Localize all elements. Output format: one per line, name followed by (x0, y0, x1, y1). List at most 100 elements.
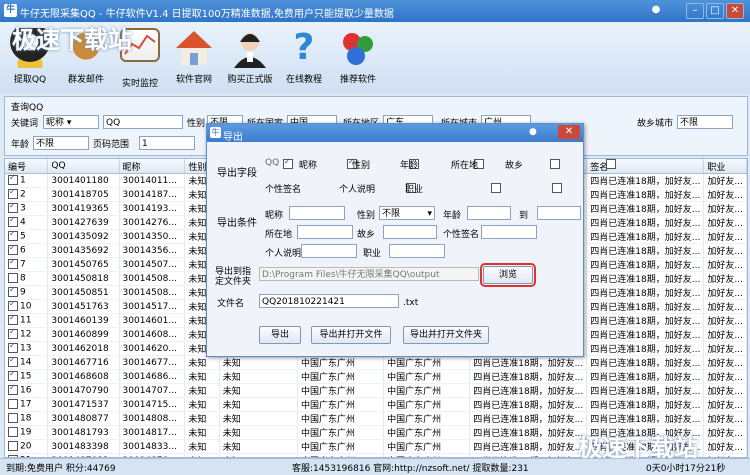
col-header-job[interactable]: 职业 (703, 159, 747, 174)
recommend-software-button[interactable]: 推荐软件 (330, 28, 386, 92)
row-checkbox[interactable] (8, 258, 18, 270)
row-number: 11 (20, 315, 32, 326)
field-qq-checkbox[interactable] (283, 157, 293, 169)
table-cell: 加好友... (703, 201, 747, 216)
row-checkbox[interactable] (8, 356, 18, 368)
page-range-select[interactable]: 1 (139, 136, 195, 150)
col-header-sig[interactable]: 签名 (586, 159, 705, 174)
table-cell: 中国广东广州 (383, 439, 471, 454)
row-checkbox[interactable] (8, 399, 18, 410)
file-name-input[interactable]: QQ201810221421 (259, 294, 399, 308)
cond-loc-input[interactable] (297, 225, 353, 239)
field-desc-label: 个人说明 (339, 185, 376, 195)
table-cell: 加好友... (703, 313, 747, 328)
table-row[interactable]: 15300146860830014686...未知未知中国广东广州中国广东广州四… (5, 369, 747, 384)
row-checkbox[interactable] (8, 441, 18, 452)
cond-age-from-input[interactable] (467, 206, 511, 220)
cond-sex-select[interactable]: 不限 ▾ (379, 206, 435, 220)
cond-age-to-input[interactable] (537, 206, 581, 220)
table-cell: 未知 (219, 439, 299, 454)
table-cell-index: 2 (5, 187, 49, 202)
table-row[interactable]: 16300147079030014707...未知未知中国广东广州中国广东广州四… (5, 383, 747, 398)
page-range-label: 页码范围 (93, 140, 130, 150)
maximize-button[interactable]: □ (706, 3, 724, 19)
row-number: 14 (20, 357, 32, 368)
table-cell: 加好友... (703, 411, 747, 426)
col-header[interactable]: 昵称 (119, 159, 186, 174)
file-name-label: 文件名 (217, 299, 245, 309)
row-checkbox[interactable] (8, 216, 18, 228)
field-job-checkbox[interactable] (552, 183, 562, 193)
browse-button[interactable]: 浏览 (480, 263, 536, 287)
row-checkbox[interactable] (8, 300, 18, 312)
row-checkbox[interactable] (8, 174, 18, 186)
row-checkbox[interactable] (8, 427, 18, 438)
status-bar: 到期:免费用户 积分:44769 客服:1453196816 官网:http:/… (0, 458, 750, 475)
table-cell: 四肖已连准18期，加好友... (469, 355, 588, 370)
house-icon (174, 28, 214, 68)
row-checkbox[interactable] (8, 188, 18, 200)
field-loc-checkbox[interactable] (549, 159, 560, 169)
row-number: 17 (20, 399, 32, 410)
table-cell: 加好友... (703, 243, 747, 258)
row-checkbox[interactable] (8, 342, 18, 354)
online-tutorial-button[interactable]: ? 在线教程 (276, 28, 332, 92)
col-header[interactable]: QQ (47, 159, 120, 174)
cond-job-input[interactable] (389, 244, 445, 258)
keyword-type-select[interactable]: 昵称 ▾ (43, 115, 99, 129)
field-desc-checkbox[interactable] (491, 183, 502, 193)
row-number: 10 (20, 301, 32, 312)
row-checkbox[interactable] (8, 370, 18, 382)
row-checkbox[interactable] (8, 230, 18, 242)
export-dir-input[interactable]: D:\Program Files\牛仔无限采集QQ\output (259, 267, 479, 281)
export-open-file-button[interactable]: 导出并打开文件 (311, 326, 391, 344)
cond-desc-input[interactable] (301, 244, 357, 258)
table-row[interactable]: 14300146771630014677...未知未知中国广东广州中国广东广州四… (5, 355, 747, 370)
table-cell: 30014608... (119, 327, 186, 342)
age-select[interactable]: 不限 (33, 136, 89, 150)
row-number: 19 (20, 427, 32, 438)
skin-icon[interactable]: ● (648, 3, 664, 17)
table-cell: 30014193... (119, 201, 186, 216)
cond-home-input[interactable] (383, 225, 437, 239)
table-cell: 四肖已连准18期，加好友... (586, 243, 705, 258)
row-checkbox[interactable] (8, 314, 18, 326)
cond-sig-input[interactable] (481, 225, 537, 239)
table-cell: 四肖已连准18期，加好友... (586, 341, 705, 356)
table-cell: 四肖已连准18期，加好友... (469, 439, 588, 454)
field-home-checkbox[interactable] (606, 159, 617, 169)
keyword-input[interactable]: QQ (103, 115, 183, 129)
buy-full-version-button[interactable]: 购买正式版 (222, 28, 278, 92)
row-checkbox[interactable] (8, 273, 18, 284)
status-timer: 0天0小时17分21秒 (646, 464, 726, 474)
export-open-folder-button[interactable]: 导出并打开文件夹 (403, 326, 489, 344)
close-button[interactable]: ✕ (726, 3, 744, 19)
row-checkbox[interactable] (8, 413, 18, 424)
table-cell: 3001470790 (47, 383, 120, 398)
minimize-button[interactable]: – (686, 3, 704, 19)
row-checkbox[interactable] (8, 286, 18, 298)
table-cell: 四肖已连准18期，加好友... (586, 411, 705, 426)
table-cell: 加好友... (703, 341, 747, 356)
table-cell: 加好友... (703, 271, 747, 286)
hometown-select[interactable]: 不限 (677, 115, 733, 129)
row-checkbox[interactable] (8, 328, 18, 340)
row-checkbox[interactable] (8, 384, 18, 396)
official-site-button[interactable]: 软件官网 (166, 28, 222, 92)
table-cell-index: 14 (5, 355, 49, 370)
row-checkbox[interactable] (8, 202, 18, 214)
cond-nick-input[interactable] (289, 206, 345, 220)
row-checkbox[interactable] (8, 244, 18, 256)
table-cell: 30014517... (119, 299, 186, 314)
table-cell: 3001462018 (47, 341, 120, 356)
table-cell: 加好友... (703, 369, 747, 384)
table-cell: 3001418705 (47, 187, 120, 202)
col-header[interactable]: 编号 (5, 159, 49, 174)
export-button[interactable]: 导出 (259, 326, 301, 344)
table-cell: 30014715... (119, 397, 186, 412)
table-row[interactable]: 18 3001480877 30014808... 未知 未知 中国广东广州 中国广东广州四… (5, 411, 747, 426)
table-cell: 加好友... (703, 257, 747, 272)
dialog-close-button[interactable]: ✕ (558, 125, 580, 139)
table-row[interactable]: 17 3001471537 30014715... 未知 未知 中国广东广州 中国广东广州四… (5, 397, 747, 412)
skin-icon[interactable]: ● (529, 127, 537, 137)
